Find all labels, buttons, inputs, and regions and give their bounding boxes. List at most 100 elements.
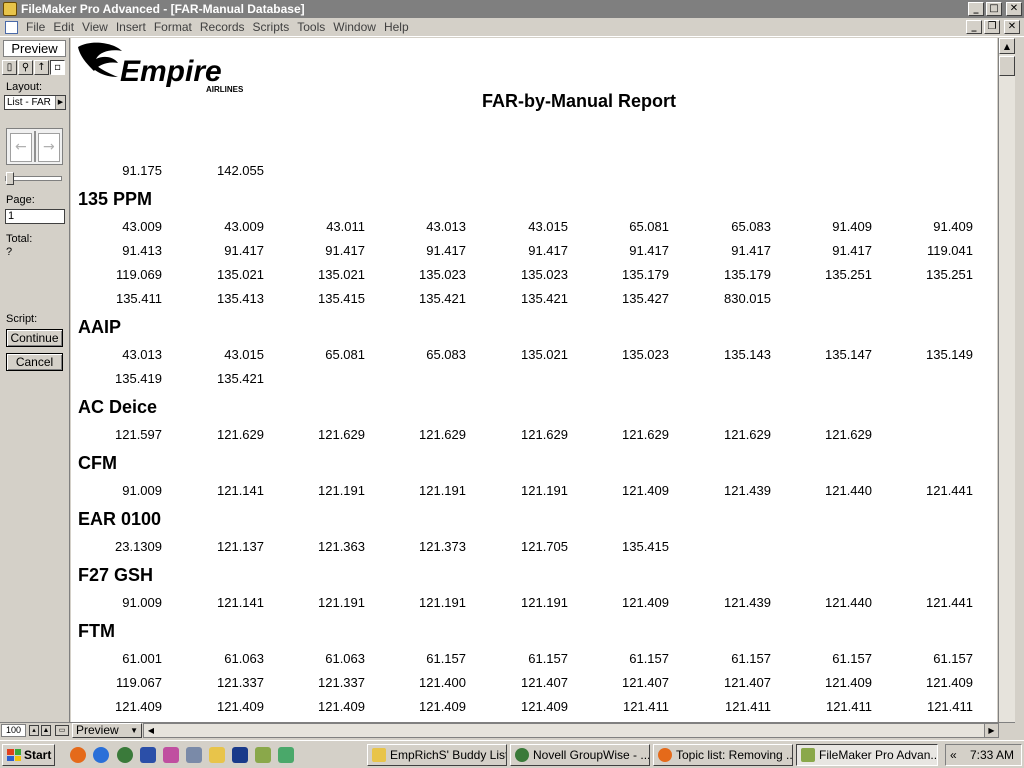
far-value: 135.421 [419, 291, 466, 306]
far-value: 61.063 [325, 651, 365, 666]
task-filemaker[interactable]: FileMaker Pro Advan... [796, 744, 938, 766]
vertical-scrollbar[interactable]: ▲ [998, 38, 1015, 722]
menu-help[interactable]: Help [382, 20, 415, 34]
menu-format[interactable]: Format [152, 20, 198, 34]
filemaker-quicklaunch-icon[interactable] [255, 747, 271, 763]
far-value: 91.417 [731, 243, 771, 258]
slider-thumb[interactable] [6, 172, 14, 185]
far-value: 135.251 [926, 267, 973, 282]
zoom-out-icon[interactable]: ▴ [29, 725, 39, 736]
status-area-toggle-icon[interactable]: ▭ [55, 725, 69, 736]
far-value: 121.141 [217, 483, 264, 498]
far-value: 119.069 [115, 267, 162, 282]
browse-mode-icon[interactable]: ▯ [2, 60, 17, 75]
far-value: 121.373 [419, 539, 466, 554]
far-value: 91.417 [426, 243, 466, 258]
menu-tools[interactable]: Tools [295, 20, 331, 34]
far-value: 121.407 [521, 675, 568, 690]
far-value: 830.015 [724, 291, 771, 306]
far-value: 135.023 [419, 267, 466, 282]
far-value: 121.409 [419, 699, 466, 714]
tray-expand-icon[interactable]: « [950, 748, 957, 762]
far-value: 121.409 [622, 595, 669, 610]
internet-explorer-icon[interactable] [93, 747, 109, 763]
zoom-level[interactable]: 100 [1, 724, 26, 737]
mode-select-value: Preview [76, 723, 119, 737]
svg-text:AIRLINES: AIRLINES [206, 85, 244, 93]
doc-close-button[interactable]: ✕ [1004, 20, 1020, 34]
scroll-right-icon[interactable]: ▶ [984, 724, 998, 737]
far-value: 135.421 [217, 371, 264, 386]
menu-view[interactable]: View [80, 20, 114, 34]
far-value: 91.417 [528, 243, 568, 258]
firefox-quicklaunch-icon[interactable] [70, 747, 86, 763]
far-value: 135.147 [825, 347, 872, 362]
far-value: 121.411 [926, 699, 973, 714]
far-value: 121.409 [622, 483, 669, 498]
word-icon[interactable] [140, 747, 156, 763]
far-value: 121.137 [217, 539, 264, 554]
minimize-button[interactable]: _ [968, 2, 984, 16]
groupwise-quicklaunch-icon[interactable] [117, 747, 133, 763]
layout-mode-icon[interactable]: ↑ [34, 60, 49, 75]
far-value: 91.417 [832, 243, 872, 258]
record-slider[interactable] [5, 172, 62, 185]
preview-mode-icon[interactable]: ▫ [50, 60, 65, 75]
find-mode-icon[interactable]: ⚲ [18, 60, 33, 75]
cancel-button[interactable]: Cancel [6, 353, 63, 371]
far-value: 91.175 [122, 163, 162, 178]
far-value: 121.629 [825, 427, 872, 442]
menu-window[interactable]: Window [331, 20, 382, 34]
scanner-icon[interactable] [186, 747, 202, 763]
menu-file[interactable]: File [24, 20, 51, 34]
task-buddy-list[interactable]: EmpRichS' Buddy List... [367, 744, 507, 766]
menu-insert[interactable]: Insert [114, 20, 152, 34]
buddy-quicklaunch-icon[interactable] [163, 747, 179, 763]
far-value: 61.157 [528, 651, 568, 666]
far-value: 91.417 [325, 243, 365, 258]
far-value: 61.157 [832, 651, 872, 666]
far-value: 135.413 [217, 291, 264, 306]
filemaker-app-icon[interactable] [3, 2, 17, 16]
maximize-button[interactable]: □ [986, 2, 1002, 16]
doc-restore-button[interactable]: ❐ [984, 20, 1000, 34]
start-button[interactable]: Start [2, 744, 55, 766]
layout-select[interactable]: List - FAR ▶ [4, 95, 66, 110]
far-value: 121.409 [318, 699, 365, 714]
manual-group-header: FTM [78, 621, 115, 641]
doc-minimize-button[interactable]: _ [966, 20, 982, 34]
far-value: 91.417 [224, 243, 264, 258]
vertical-scroll-thumb[interactable] [999, 56, 1015, 76]
far-value: 121.597 [115, 427, 162, 442]
title-bar: FileMaker Pro Advanced - [FAR-Manual Dat… [0, 0, 1024, 18]
airline-app-icon[interactable] [232, 747, 248, 763]
horizontal-scrollbar[interactable]: ◀ ▶ [143, 723, 999, 738]
folder-icon[interactable] [209, 747, 225, 763]
scroll-up-icon[interactable]: ▲ [999, 38, 1015, 54]
scroll-left-icon[interactable]: ◀ [144, 724, 158, 737]
book-icon[interactable]: ← → [6, 128, 63, 165]
far-value: 121.629 [622, 427, 669, 442]
menu-records[interactable]: Records [198, 20, 251, 34]
media-icon[interactable] [278, 747, 294, 763]
task-firefox[interactable]: Topic list: Removing ... [653, 744, 793, 766]
menu-edit[interactable]: Edit [51, 20, 80, 34]
zoom-in-icon[interactable]: ▲ [41, 725, 51, 736]
mode-select[interactable]: Preview ▼ [72, 723, 142, 738]
far-value: 65.081 [325, 347, 365, 362]
manual-group-header: AAIP [78, 317, 122, 337]
script-label: Script: [6, 313, 38, 325]
far-value: 119.041 [926, 243, 973, 258]
far-value: 121.400 [419, 675, 466, 690]
task-groupwise[interactable]: Novell GroupWise - ... [510, 744, 650, 766]
layout-label: Layout: [6, 81, 43, 93]
close-button[interactable]: ✕ [1006, 2, 1022, 16]
far-value: 135.021 [521, 347, 568, 362]
page-input[interactable]: 1 [5, 209, 65, 224]
far-value: 121.191 [318, 595, 365, 610]
menu-scripts[interactable]: Scripts [251, 20, 296, 34]
continue-button[interactable]: Continue [6, 329, 63, 347]
document-icon[interactable] [5, 20, 18, 34]
manual-group-header: 135 PPM [78, 189, 153, 209]
far-value: 121.337 [217, 675, 264, 690]
